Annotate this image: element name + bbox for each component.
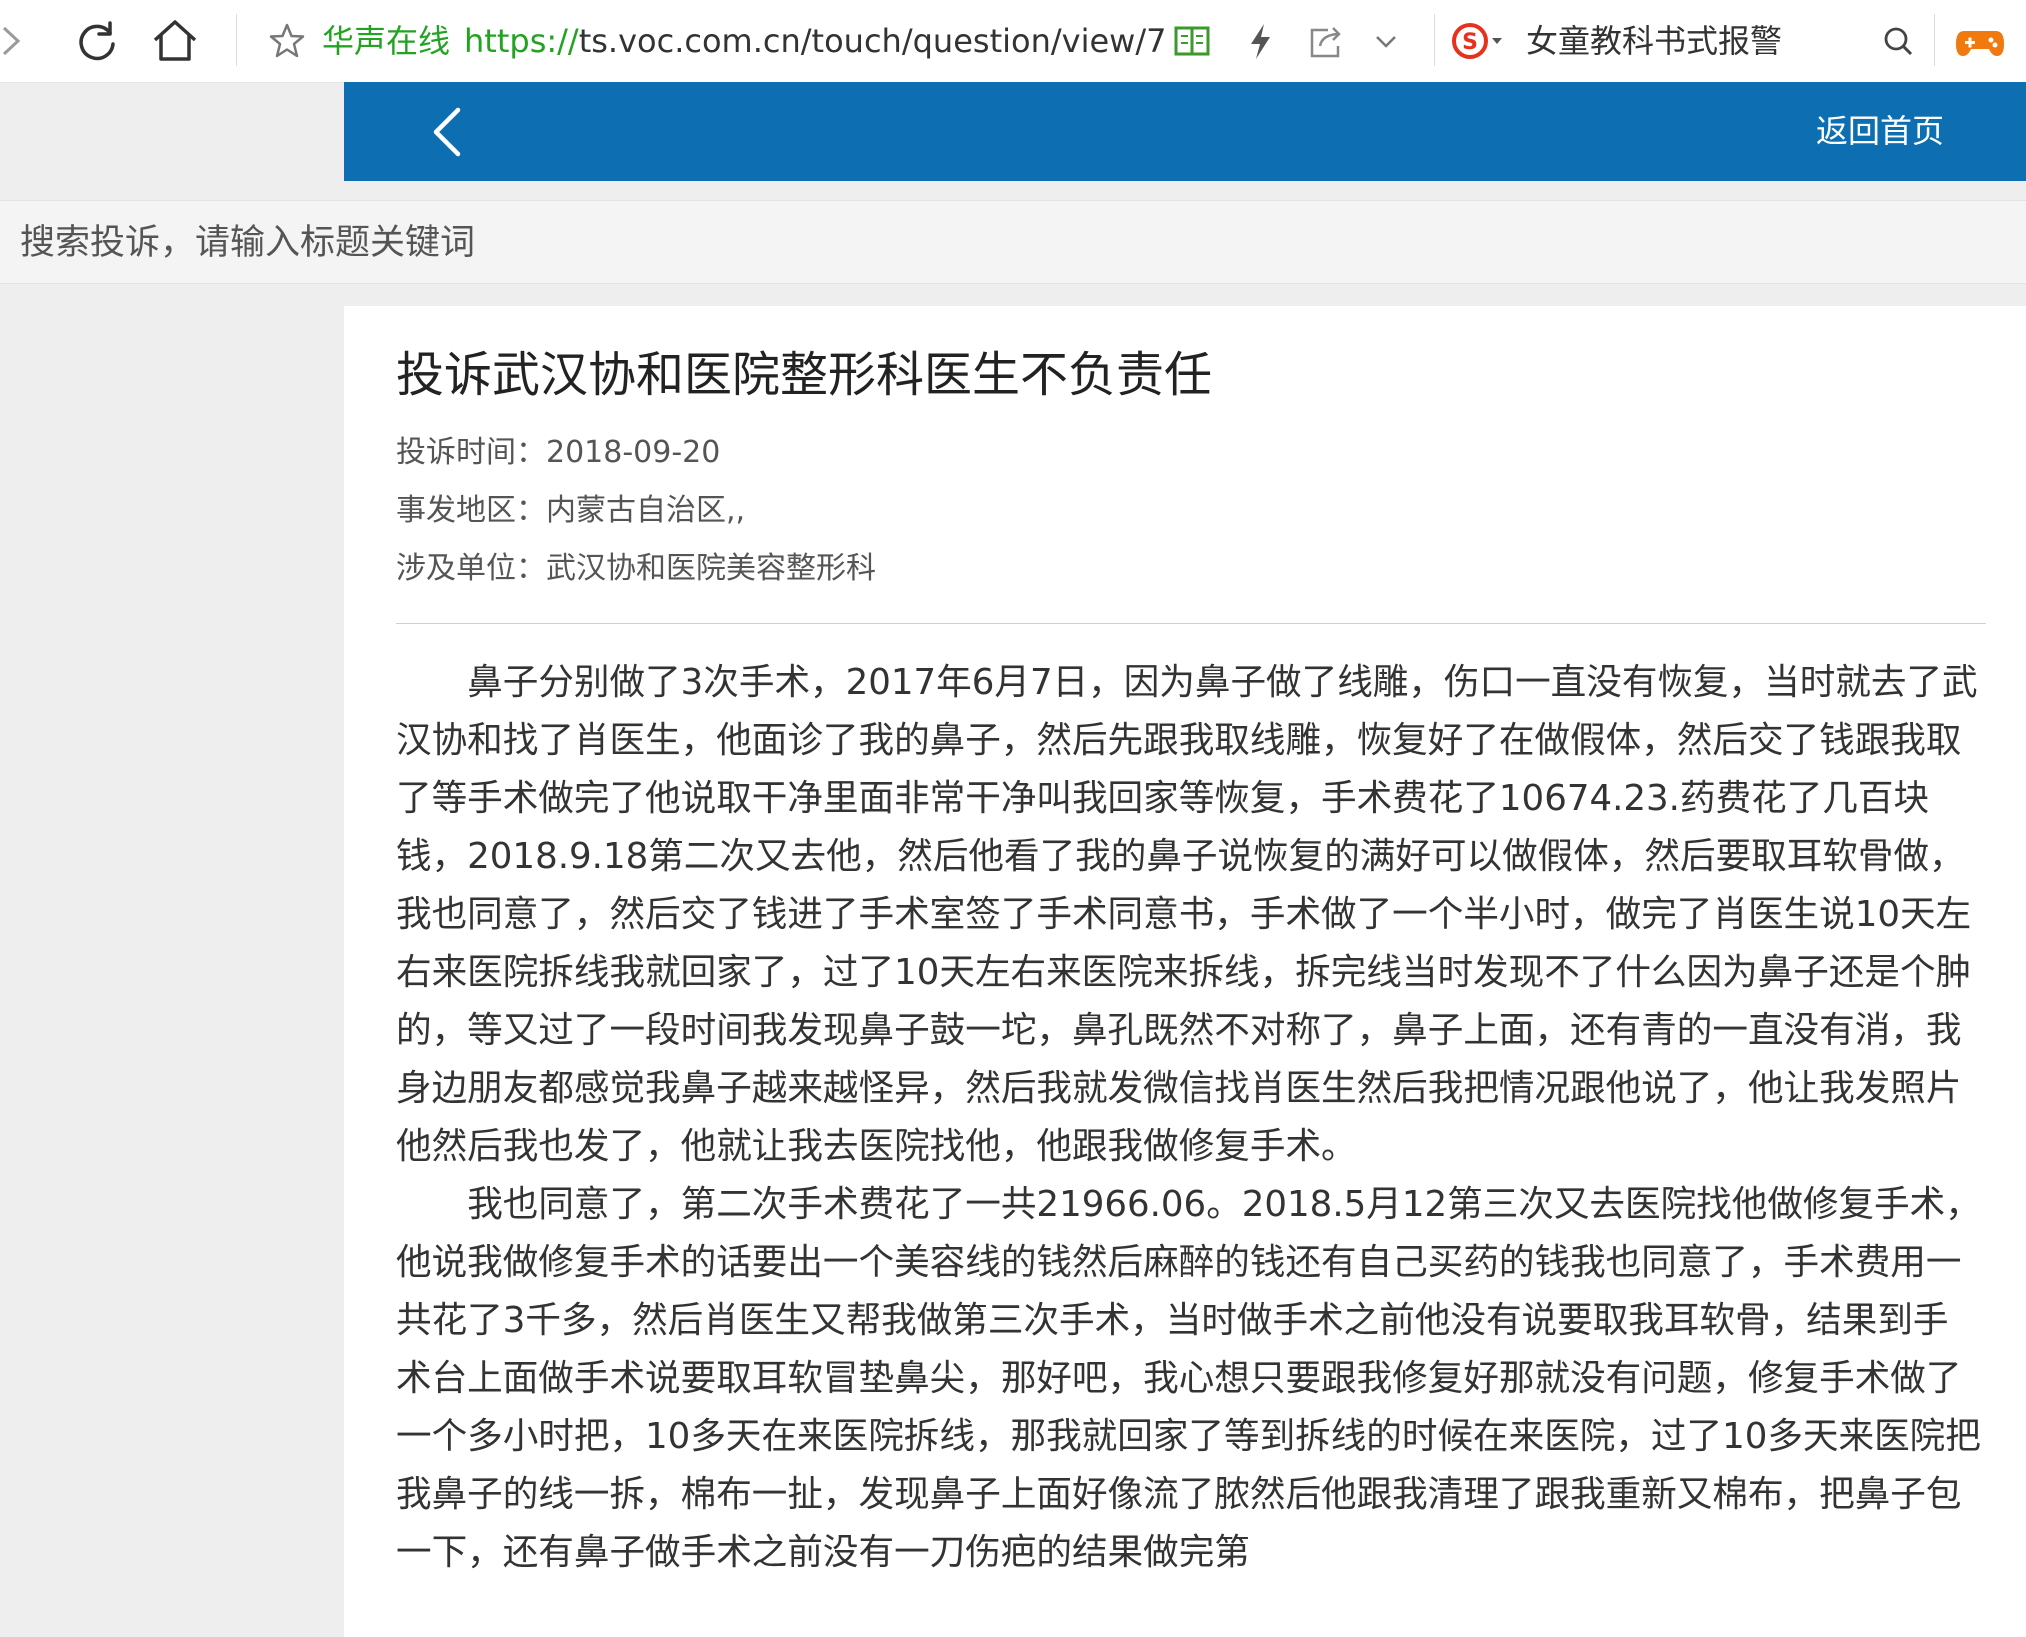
incident-region-value: 内蒙古自治区,, bbox=[546, 493, 746, 528]
url-path: ts.voc.com.cn/touch/question/view/7 bbox=[578, 22, 1164, 60]
involved-unit-value: 武汉协和医院美容整形科 bbox=[546, 551, 876, 586]
lightning-icon[interactable] bbox=[1240, 16, 1280, 66]
url-scheme: https:// bbox=[464, 22, 579, 60]
chevron-down-icon[interactable] bbox=[1366, 16, 1406, 66]
article-paragraph: 我也同意了，第二次手术费花了一共21966.06。2018.5月12第三次又去医… bbox=[396, 1184, 1981, 1573]
complaint-search-input[interactable] bbox=[18, 217, 1422, 269]
search-engine-query[interactable]: 女童教科书式报警 bbox=[1526, 21, 1782, 61]
involved-unit: 涉及单位：武汉协和医院美容整形科 bbox=[396, 549, 876, 589]
complaint-article: 投诉武汉协和医院整形科医生不负责任 投诉时间：2018-09-20 事发地区：内… bbox=[344, 306, 2026, 1637]
article-title: 投诉武汉协和医院整形科医生不负责任 bbox=[396, 347, 1213, 403]
game-controller-icon[interactable] bbox=[1954, 16, 2006, 66]
article-body: 鼻子分别做了3次手术，2017年6月7日，因为鼻子做了线雕，伤口一直没有恢复，当… bbox=[396, 654, 1984, 1582]
svg-text:S: S bbox=[1462, 30, 1478, 55]
meta-divider bbox=[396, 623, 1986, 624]
browser-toolbar: 华声在线 https://ts.voc.com.cn/touch/questio… bbox=[0, 0, 2026, 83]
forward-icon[interactable] bbox=[0, 16, 28, 66]
reader-mode-icon[interactable] bbox=[1170, 16, 1214, 66]
search-bar bbox=[0, 200, 2026, 284]
toolbar-separator bbox=[236, 14, 237, 66]
toolbar-separator bbox=[1934, 14, 1935, 66]
incident-region: 事发地区：内蒙古自治区,, bbox=[396, 491, 745, 531]
back-to-home-link[interactable]: 返回首页 bbox=[1816, 110, 1944, 152]
complaint-time-value: 2018-09-20 bbox=[546, 435, 721, 470]
incident-region-label: 事发地区： bbox=[396, 493, 546, 528]
article-paragraph: 鼻子分别做了3次手术，2017年6月7日，因为鼻子做了线雕，伤口一直没有恢复，当… bbox=[396, 662, 1978, 1167]
bookmark-star-icon[interactable] bbox=[266, 16, 308, 66]
home-icon[interactable] bbox=[150, 16, 200, 66]
complaint-time: 投诉时间：2018-09-20 bbox=[396, 433, 720, 473]
site-name: 华声在线 bbox=[322, 22, 451, 60]
complaint-time-label: 投诉时间： bbox=[396, 435, 546, 470]
sogou-search-icon[interactable]: S bbox=[1448, 16, 1506, 66]
reload-icon[interactable] bbox=[72, 16, 122, 66]
search-icon[interactable] bbox=[1876, 16, 1922, 66]
app-header: 返回首页 bbox=[344, 82, 2026, 181]
share-icon[interactable] bbox=[1304, 16, 1348, 66]
back-arrow-icon[interactable] bbox=[424, 104, 476, 160]
address-bar[interactable]: https://ts.voc.com.cn/touch/question/vie… bbox=[464, 21, 1164, 61]
involved-unit-label: 涉及单位： bbox=[396, 551, 546, 586]
toolbar-separator bbox=[1434, 14, 1435, 66]
